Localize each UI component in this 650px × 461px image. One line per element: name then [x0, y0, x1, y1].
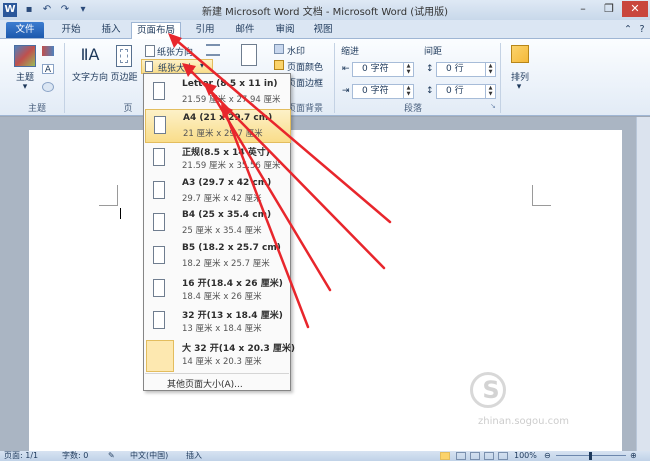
zoom-level[interactable]: 100% [514, 451, 537, 461]
word-count[interactable]: 字数: 0 [62, 451, 88, 461]
zoom-slider-thumb[interactable] [589, 452, 592, 460]
arrow-to-a4 [224, 112, 310, 329]
outline-view-icon[interactable] [484, 452, 494, 460]
sogou-logo: S [470, 372, 506, 408]
print-layout-view-icon[interactable] [440, 452, 450, 460]
arrowhead [168, 33, 182, 48]
web-layout-view-icon[interactable] [470, 452, 480, 460]
arrow-to-page-layout-tab [174, 38, 392, 224]
status-bar: 页面: 1/1 字数: 0 ✎ 中文(中国) 插入 100% ⊖ ⊕ [0, 451, 650, 461]
draft-view-icon[interactable] [498, 452, 508, 460]
watermark-text: 搜狗指南 [512, 379, 624, 410]
zoom-out-icon[interactable]: ⊖ [544, 451, 551, 461]
watermark-url: zhinan.sogou.com [478, 416, 570, 427]
arrow-to-paper-size-button [188, 68, 386, 270]
language[interactable]: 中文(中国) [130, 451, 168, 461]
proofing-icon[interactable]: ✎ [108, 451, 115, 461]
page-count[interactable]: 页面: 1/1 [4, 451, 38, 461]
insert-mode[interactable]: 插入 [186, 451, 202, 461]
full-screen-view-icon[interactable] [456, 452, 466, 460]
zoom-in-icon[interactable]: ⊕ [630, 451, 637, 461]
